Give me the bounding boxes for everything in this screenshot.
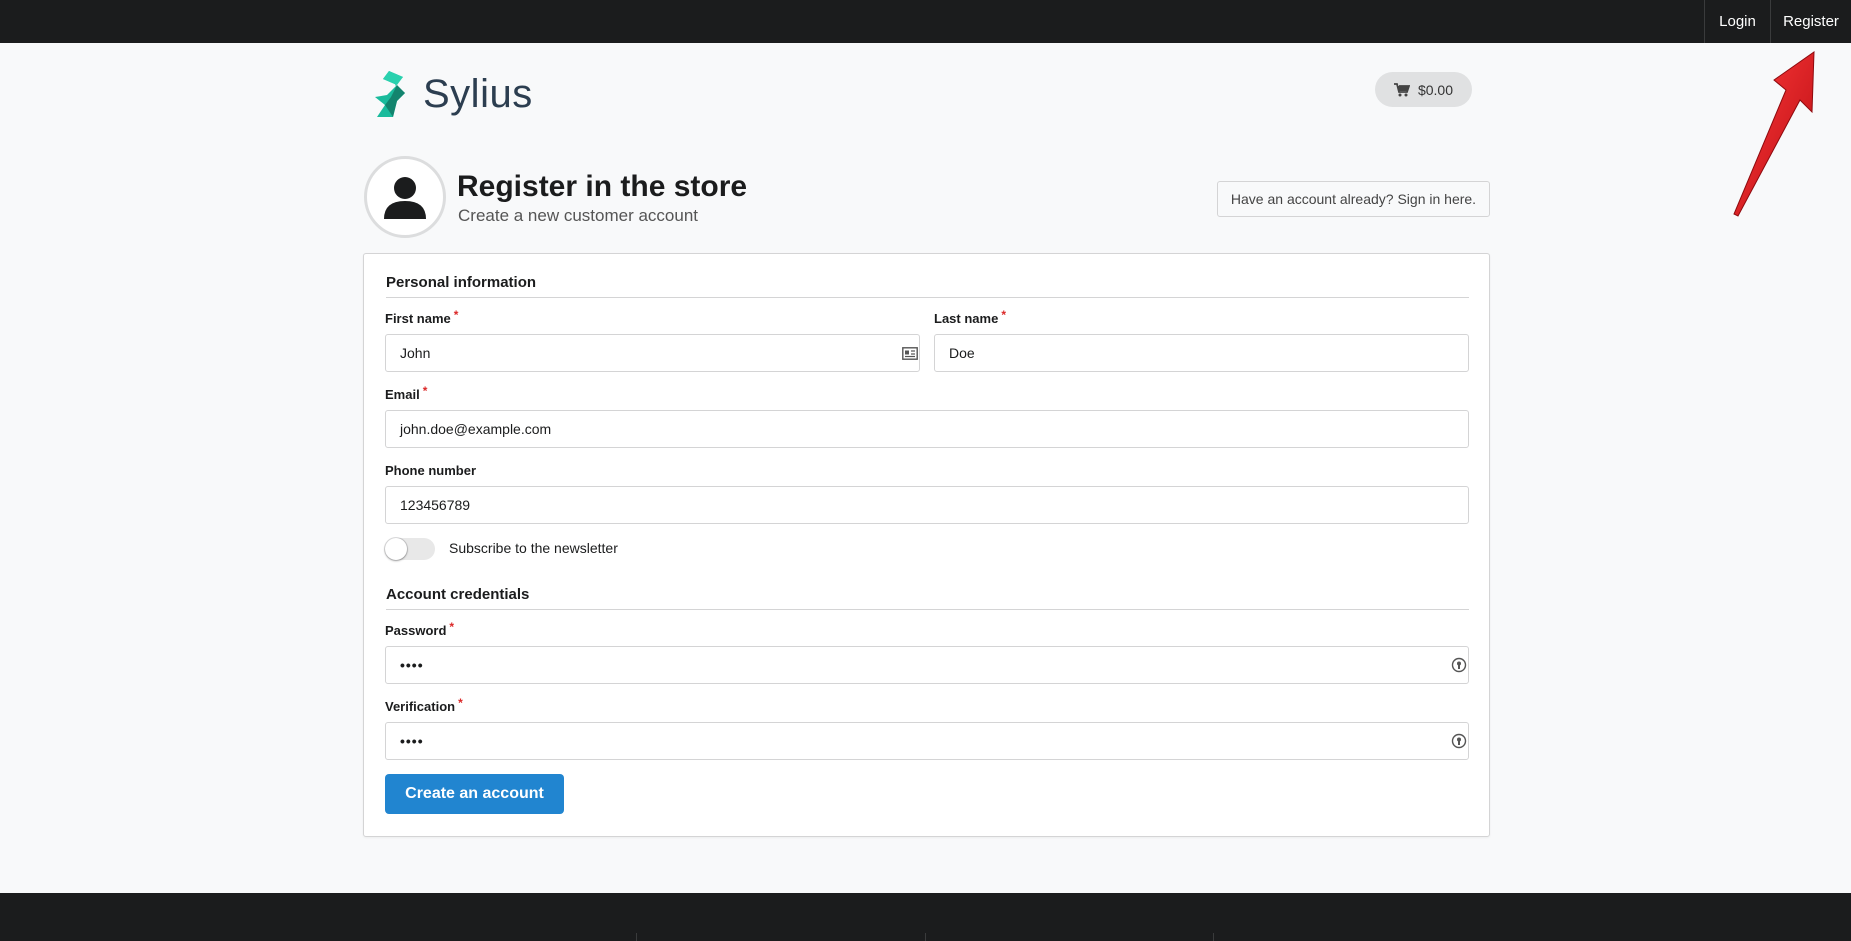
password-label: Password * (385, 620, 455, 638)
user-icon (384, 177, 426, 219)
first-name-input[interactable]: John (385, 334, 920, 372)
required-marker: * (453, 308, 459, 322)
account-credentials-header: Account credentials (386, 586, 1469, 610)
top-nav-bar: Login Register (0, 0, 1851, 43)
first-name-label: First name * (385, 308, 459, 326)
login-link[interactable]: Login (1704, 0, 1770, 43)
create-account-button[interactable]: Create an account (385, 774, 564, 814)
cart-button[interactable]: $0.00 (1375, 72, 1472, 107)
verification-label: Verification * (385, 696, 463, 714)
registration-form: Personal information First name * John La… (363, 253, 1490, 837)
sylius-swan-icon (375, 71, 405, 117)
cart-icon (1393, 82, 1410, 96)
newsletter-toggle[interactable] (385, 538, 435, 560)
required-marker: * (458, 696, 463, 710)
newsletter-label[interactable]: Subscribe to the newsletter (449, 540, 618, 556)
last-name-label: Last name * (934, 308, 1006, 326)
sylius-logo[interactable]: Sylius (375, 70, 533, 118)
email-label: Email * (385, 384, 428, 402)
id-card-icon[interactable] (902, 347, 918, 360)
email-input[interactable]: john.doe@example.com (385, 410, 1469, 448)
last-name-input[interactable]: Doe (934, 334, 1469, 372)
password-input[interactable]: •••• (385, 646, 1469, 684)
personal-information-header: Personal information (386, 274, 1469, 298)
footer (0, 893, 1851, 941)
footer-divider (1213, 933, 1214, 941)
register-link[interactable]: Register (1770, 0, 1851, 43)
toggle-knob (385, 538, 407, 560)
user-avatar (364, 156, 446, 238)
page-subtitle: Create a new customer account (458, 206, 699, 225)
footer-divider (636, 933, 637, 941)
required-marker: * (422, 384, 428, 398)
password-manager-icon[interactable] (1451, 657, 1467, 673)
password-manager-icon[interactable] (1451, 733, 1467, 749)
required-marker: * (449, 620, 455, 634)
required-marker: * (1001, 308, 1006, 322)
footer-divider (925, 933, 926, 941)
phone-number-input[interactable]: 123456789 (385, 486, 1469, 524)
signin-link-button[interactable]: Have an account already? Sign in here. (1217, 181, 1490, 217)
cart-total: $0.00 (1417, 81, 1454, 98)
annotation-arrow-icon (1733, 51, 1815, 217)
phone-number-label: Phone number (385, 463, 477, 478)
verification-input[interactable]: •••• (385, 722, 1469, 760)
page-title: Register in the store (457, 170, 748, 203)
logo-text: Sylius (423, 71, 533, 116)
